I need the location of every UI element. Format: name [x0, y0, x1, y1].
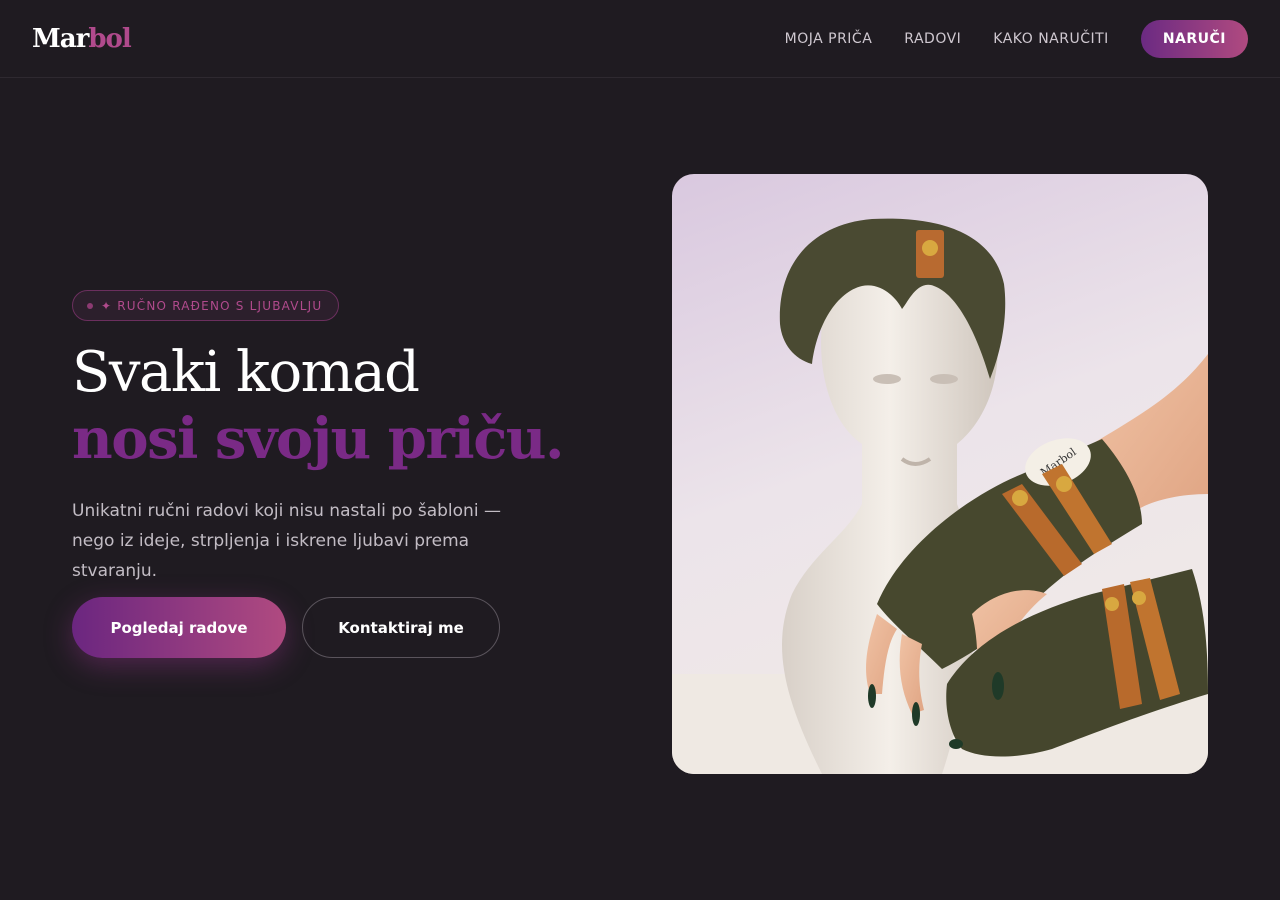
headband-button	[922, 240, 938, 256]
nav-link-moja-prica[interactable]: MOJA PRIČA	[785, 31, 873, 47]
nail-3	[992, 672, 1004, 700]
main-nav: MOJA PRIČA RADOVI KAKO NARUČITI NARUČI	[753, 19, 1248, 58]
nail-1	[868, 684, 876, 708]
strap-button-3	[1105, 597, 1119, 611]
strap-button-2	[1056, 476, 1072, 492]
hero-title-line-1: Svaki komad	[72, 340, 420, 405]
contact-button[interactable]: Kontaktiraj me	[302, 597, 500, 658]
view-works-button[interactable]: Pogledaj radove	[72, 597, 286, 658]
nail-4	[949, 739, 963, 749]
handmade-badge: ✦ RUČNO RAĐENO S LJUBAVLJU	[72, 290, 340, 321]
badge-label: ✦ RUČNO RAĐENO S LJUBAVLJU	[101, 298, 323, 313]
hero-image: Marbol	[672, 174, 1208, 774]
badge-dot-icon	[87, 302, 93, 309]
logo-part-2: bol	[88, 23, 131, 54]
nav-link-kako-naruciti[interactable]: KAKO NARUČITI	[993, 31, 1109, 47]
knitwear-illustration: Marbol	[672, 218, 1208, 774]
hero-title: Svaki komad nosi svoju priču.	[72, 340, 565, 472]
nav-link-radovi[interactable]: RADOVI	[904, 31, 961, 47]
nail-2	[912, 702, 920, 726]
mannequin-eye-right	[930, 374, 958, 384]
strap-button-4	[1132, 591, 1146, 605]
hero-description: Unikatni ručni radovi koji nisu nastali …	[72, 501, 501, 581]
mannequin-eye-left	[873, 374, 901, 384]
order-button[interactable]: NARUČI	[1140, 19, 1248, 58]
hero-title-line-2: nosi svoju priču.	[72, 406, 565, 472]
logo-part-1: Mar	[32, 23, 89, 54]
site-header: Marbol MOJA PRIČA RADOVI KAKO NARUČITI N…	[0, 0, 1280, 78]
logo[interactable]: Marbol	[32, 23, 132, 54]
strap-button-1	[1012, 490, 1028, 506]
